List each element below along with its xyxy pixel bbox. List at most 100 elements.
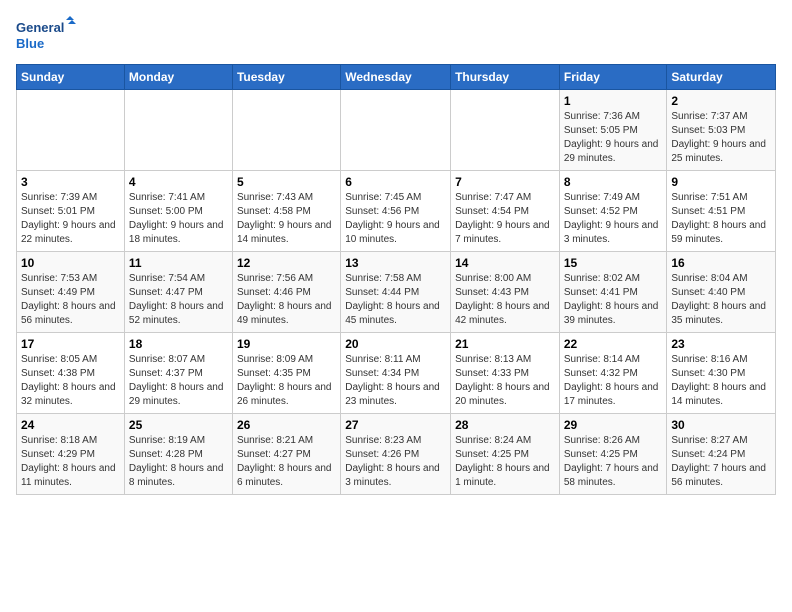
day-cell: 19 Sunrise: 8:09 AM Sunset: 4:35 PM Dayli… [232, 333, 340, 414]
day-cell: 25 Sunrise: 8:19 AM Sunset: 4:28 PM Dayli… [124, 414, 232, 495]
logo-svg: General Blue [16, 16, 76, 56]
day-number: 1 [564, 94, 663, 108]
day-info: Sunrise: 7:56 AM Sunset: 4:46 PM Dayligh… [237, 272, 336, 328]
day-cell: 18 Sunrise: 8:07 AM Sunset: 4:37 PM Dayli… [124, 333, 232, 414]
day-header-saturday: Saturday [667, 65, 776, 90]
day-cell [124, 90, 232, 171]
week-row-1: 1 Sunrise: 7:36 AM Sunset: 5:05 PM Daylig… [17, 90, 776, 171]
day-cell: 3 Sunrise: 7:39 AM Sunset: 5:01 PM Daylig… [17, 171, 125, 252]
day-info: Sunrise: 8:19 AM Sunset: 4:28 PM Dayligh… [129, 434, 228, 490]
day-number: 5 [237, 175, 336, 189]
day-number: 17 [21, 337, 120, 351]
day-cell: 23 Sunrise: 8:16 AM Sunset: 4:30 PM Dayli… [667, 333, 776, 414]
day-number: 6 [345, 175, 446, 189]
day-cell: 9 Sunrise: 7:51 AM Sunset: 4:51 PM Daylig… [667, 171, 776, 252]
day-info: Sunrise: 7:53 AM Sunset: 4:49 PM Dayligh… [21, 272, 120, 328]
day-info: Sunrise: 7:43 AM Sunset: 4:58 PM Dayligh… [237, 191, 336, 247]
week-row-4: 17 Sunrise: 8:05 AM Sunset: 4:38 PM Dayli… [17, 333, 776, 414]
day-number: 7 [455, 175, 555, 189]
day-number: 29 [564, 418, 663, 432]
day-number: 22 [564, 337, 663, 351]
day-info: Sunrise: 8:11 AM Sunset: 4:34 PM Dayligh… [345, 353, 446, 409]
day-info: Sunrise: 7:47 AM Sunset: 4:54 PM Dayligh… [455, 191, 555, 247]
day-number: 11 [129, 256, 228, 270]
day-cell: 2 Sunrise: 7:37 AM Sunset: 5:03 PM Daylig… [667, 90, 776, 171]
calendar-header-row: SundayMondayTuesdayWednesdayThursdayFrid… [17, 65, 776, 90]
day-number: 28 [455, 418, 555, 432]
day-info: Sunrise: 8:02 AM Sunset: 4:41 PM Dayligh… [564, 272, 663, 328]
week-row-2: 3 Sunrise: 7:39 AM Sunset: 5:01 PM Daylig… [17, 171, 776, 252]
day-cell: 28 Sunrise: 8:24 AM Sunset: 4:25 PM Dayli… [451, 414, 560, 495]
day-number: 27 [345, 418, 446, 432]
day-header-sunday: Sunday [17, 65, 125, 90]
week-row-5: 24Sunrise: 8:18 AM Sunset: 4:29 PM Dayli… [17, 414, 776, 495]
day-info: Sunrise: 8:27 AM Sunset: 4:24 PM Dayligh… [671, 434, 771, 490]
day-info: Sunrise: 7:37 AM Sunset: 5:03 PM Dayligh… [671, 110, 771, 166]
svg-text:General: General [16, 20, 64, 35]
day-info: Sunrise: 8:05 AM Sunset: 4:38 PM Dayligh… [21, 353, 120, 409]
day-cell: 14 Sunrise: 8:00 AM Sunset: 4:43 PM Dayli… [451, 252, 560, 333]
day-cell: 7 Sunrise: 7:47 AM Sunset: 4:54 PM Daylig… [451, 171, 560, 252]
week-row-3: 10 Sunrise: 7:53 AM Sunset: 4:49 PM Dayli… [17, 252, 776, 333]
day-cell: 26Sunrise: 8:21 AM Sunset: 4:27 PM Dayli… [232, 414, 340, 495]
day-header-wednesday: Wednesday [341, 65, 451, 90]
day-info: Sunrise: 7:54 AM Sunset: 4:47 PM Dayligh… [129, 272, 228, 328]
day-info: Sunrise: 7:39 AM Sunset: 5:01 PM Dayligh… [21, 191, 120, 247]
day-number: 10 [21, 256, 120, 270]
day-number: 21 [455, 337, 555, 351]
day-info: Sunrise: 8:07 AM Sunset: 4:37 PM Dayligh… [129, 353, 228, 409]
calendar: SundayMondayTuesdayWednesdayThursdayFrid… [16, 64, 776, 495]
day-number: 30 [671, 418, 771, 432]
day-cell: 12Sunrise: 7:56 AM Sunset: 4:46 PM Dayli… [232, 252, 340, 333]
day-info: Sunrise: 8:04 AM Sunset: 4:40 PM Dayligh… [671, 272, 771, 328]
day-info: Sunrise: 8:26 AM Sunset: 4:25 PM Dayligh… [564, 434, 663, 490]
day-number: 20 [345, 337, 446, 351]
day-cell: 10 Sunrise: 7:53 AM Sunset: 4:49 PM Dayli… [17, 252, 125, 333]
day-cell: 15 Sunrise: 8:02 AM Sunset: 4:41 PM Dayli… [559, 252, 667, 333]
day-info: Sunrise: 7:58 AM Sunset: 4:44 PM Dayligh… [345, 272, 446, 328]
day-cell: 29 Sunrise: 8:26 AM Sunset: 4:25 PM Dayli… [559, 414, 667, 495]
day-cell [17, 90, 125, 171]
day-number: 26 [237, 418, 336, 432]
day-header-tuesday: Tuesday [232, 65, 340, 90]
header: General Blue [16, 16, 776, 56]
day-cell [341, 90, 451, 171]
day-cell: 27 Sunrise: 8:23 AM Sunset: 4:26 PM Dayli… [341, 414, 451, 495]
day-number: 23 [671, 337, 771, 351]
day-number: 3 [21, 175, 120, 189]
day-header-thursday: Thursday [451, 65, 560, 90]
day-info: Sunrise: 8:23 AM Sunset: 4:26 PM Dayligh… [345, 434, 446, 490]
day-cell: 17 Sunrise: 8:05 AM Sunset: 4:38 PM Dayli… [17, 333, 125, 414]
day-number: 15 [564, 256, 663, 270]
day-number: 19 [237, 337, 336, 351]
day-number: 8 [564, 175, 663, 189]
day-cell: 1 Sunrise: 7:36 AM Sunset: 5:05 PM Daylig… [559, 90, 667, 171]
day-info: Sunrise: 8:14 AM Sunset: 4:32 PM Dayligh… [564, 353, 663, 409]
day-info: Sunrise: 8:13 AM Sunset: 4:33 PM Dayligh… [455, 353, 555, 409]
day-cell: 24Sunrise: 8:18 AM Sunset: 4:29 PM Dayli… [17, 414, 125, 495]
day-cell [451, 90, 560, 171]
day-cell: 5 Sunrise: 7:43 AM Sunset: 4:58 PM Daylig… [232, 171, 340, 252]
day-number: 2 [671, 94, 771, 108]
logo: General Blue [16, 16, 76, 56]
day-header-monday: Monday [124, 65, 232, 90]
day-info: Sunrise: 7:51 AM Sunset: 4:51 PM Dayligh… [671, 191, 771, 247]
day-number: 13 [345, 256, 446, 270]
day-number: 4 [129, 175, 228, 189]
day-cell: 6 Sunrise: 7:45 AM Sunset: 4:56 PM Daylig… [341, 171, 451, 252]
day-info: Sunrise: 8:16 AM Sunset: 4:30 PM Dayligh… [671, 353, 771, 409]
day-number: 9 [671, 175, 771, 189]
day-info: Sunrise: 8:24 AM Sunset: 4:25 PM Dayligh… [455, 434, 555, 490]
day-number: 14 [455, 256, 555, 270]
day-number: 18 [129, 337, 228, 351]
day-info: Sunrise: 8:00 AM Sunset: 4:43 PM Dayligh… [455, 272, 555, 328]
day-number: 25 [129, 418, 228, 432]
day-info: Sunrise: 8:09 AM Sunset: 4:35 PM Dayligh… [237, 353, 336, 409]
day-cell [232, 90, 340, 171]
day-info: Sunrise: 7:45 AM Sunset: 4:56 PM Dayligh… [345, 191, 446, 247]
day-info: Sunrise: 7:36 AM Sunset: 5:05 PM Dayligh… [564, 110, 663, 166]
day-header-friday: Friday [559, 65, 667, 90]
day-cell: 30 Sunrise: 8:27 AM Sunset: 4:24 PM Dayli… [667, 414, 776, 495]
day-cell: 21 Sunrise: 8:13 AM Sunset: 4:33 PM Dayli… [451, 333, 560, 414]
day-cell: 22 Sunrise: 8:14 AM Sunset: 4:32 PM Dayli… [559, 333, 667, 414]
